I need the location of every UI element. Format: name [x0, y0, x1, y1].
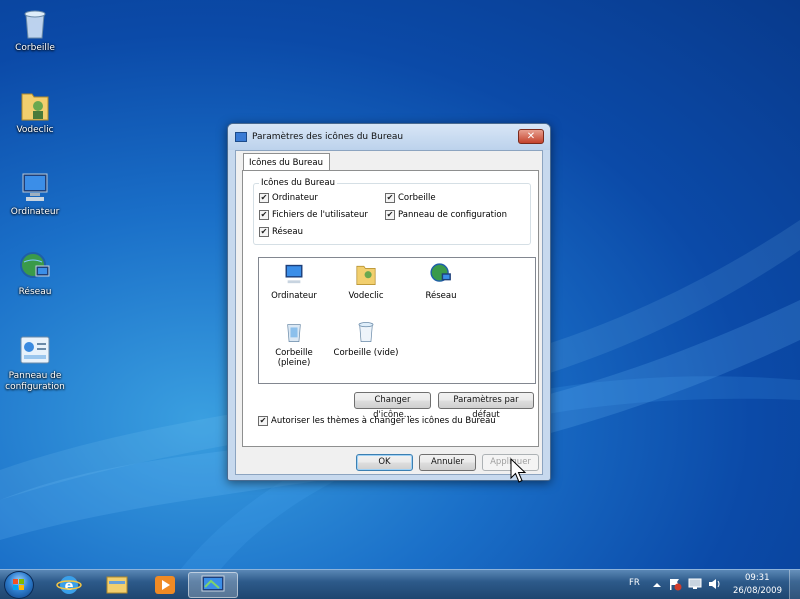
show-desktop-button[interactable] [789, 570, 800, 599]
desktop-icon-control-panel[interactable]: Panneau de configuration [0, 334, 70, 393]
checkbox-label: Corbeille [398, 193, 436, 203]
mouse-cursor-icon [510, 458, 527, 483]
checkbox-box[interactable]: ✔ [385, 193, 395, 203]
show-hidden-icons-icon[interactable] [652, 580, 662, 590]
checkbox-box[interactable]: ✔ [385, 210, 395, 220]
desktop-icon-network[interactable]: Réseau [0, 250, 70, 298]
checkbox-label: Ordinateur [272, 193, 318, 203]
cancel-button[interactable]: Annuler [419, 454, 476, 471]
checkbox-label: Panneau de configuration [398, 210, 507, 220]
list-item-recycle-bin-full[interactable]: Corbeille (pleine) [259, 319, 329, 368]
internet-explorer-icon: e [56, 576, 82, 594]
list-item-vodeclic[interactable]: Vodeclic [331, 262, 401, 301]
network-icon [429, 262, 453, 286]
desktop-icon-vodeclic[interactable]: Vodeclic [0, 88, 70, 136]
checkbox-allow-themes[interactable]: ✔ Autoriser les thèmes à changer les icôn… [258, 416, 496, 426]
list-item-label: Corbeille (vide) [333, 348, 399, 358]
desktop-settings-icon [201, 575, 225, 592]
desktop-icon-label: Ordinateur [10, 207, 60, 217]
recycle-bin-empty-icon [354, 319, 378, 343]
checkbox-computer[interactable]: ✔ Ordinateur [259, 193, 318, 203]
taskbar-desktop-settings[interactable] [188, 572, 238, 598]
checkbox-network[interactable]: ✔ Réseau [259, 227, 303, 237]
taskbar-media-player[interactable] [140, 572, 190, 598]
user-folder-icon [354, 262, 378, 286]
checkbox-label: Autoriser les thèmes à changer les icône… [271, 416, 496, 426]
checkbox-user-files[interactable]: ✔ Fichiers de l'utilisateur [259, 210, 368, 220]
user-folder-icon [18, 88, 52, 122]
media-player-icon [155, 576, 175, 594]
volume-icon[interactable] [707, 577, 721, 591]
desktop-icon-computer[interactable]: Ordinateur [0, 170, 70, 218]
group-title: Icônes du Bureau [259, 178, 337, 188]
tab-desktop-icons[interactable]: Icônes du Bureau [243, 153, 330, 171]
title-bar[interactable]: Paramètres des icônes du Bureau ✕ [228, 124, 550, 150]
action-center-flag-icon[interactable] [668, 577, 682, 591]
icon-list-view[interactable]: Ordinateur Vodeclic Réseau Corbeille (pl… [258, 257, 536, 384]
clock-time[interactable]: 09:31 [745, 573, 770, 583]
explorer-folder-icon [106, 576, 128, 594]
recycle-bin-full-icon [282, 319, 306, 343]
list-item-computer[interactable]: Ordinateur [259, 262, 329, 301]
network-icon [18, 250, 52, 284]
checkbox-box[interactable]: ✔ [259, 193, 269, 203]
list-item-label: Réseau [425, 291, 457, 301]
tab-panel: Icônes du Bureau ✔ Ordinateur ✔ Corbeille … [242, 170, 539, 447]
list-item-network[interactable]: Réseau [406, 262, 476, 301]
control-panel-icon [18, 334, 52, 368]
ok-button[interactable]: OK [356, 454, 413, 471]
list-item-label: Corbeille (pleine) [275, 348, 313, 368]
checkbox-recycle-bin[interactable]: ✔ Corbeille [385, 193, 436, 203]
recycle-bin-icon [18, 6, 52, 40]
computer-icon [18, 170, 52, 204]
checkbox-box[interactable]: ✔ [259, 210, 269, 220]
checkbox-box[interactable]: ✔ [259, 227, 269, 237]
list-item-label: Vodeclic [348, 291, 384, 301]
desktop-icon-settings-dialog: Paramètres des icônes du Bureau ✕ Icônes… [227, 123, 551, 481]
list-item-label: Ordinateur [271, 291, 317, 301]
taskbar: e FR 09:31 26/08/2009 [0, 569, 800, 599]
close-button[interactable]: ✕ [518, 129, 544, 144]
list-item-recycle-bin-empty[interactable]: Corbeille (vide) [331, 319, 401, 358]
change-icon-button[interactable]: Changer d'icône... [354, 392, 431, 420]
dialog-title: Paramètres des icônes du Bureau [252, 132, 404, 142]
windows-logo-icon [13, 579, 24, 590]
network-tray-icon[interactable] [688, 577, 702, 591]
checkbox-box[interactable]: ✔ [258, 416, 268, 426]
desktop-icon-label: Panneau de configuration [5, 371, 65, 392]
desktop-icon-label: Corbeille [15, 43, 55, 53]
restore-default-button[interactable]: Paramètres par défaut [438, 392, 534, 420]
dialog-app-icon [235, 132, 247, 142]
language-indicator[interactable]: FR [629, 578, 640, 588]
taskbar-internet-explorer[interactable]: e [44, 572, 94, 598]
desktop-icon-label: Réseau [18, 287, 52, 297]
checkbox-control-panel[interactable]: ✔ Panneau de configuration [385, 210, 507, 220]
taskbar-explorer[interactable] [92, 572, 142, 598]
desktop-icon-recycle-bin[interactable]: Corbeille [0, 6, 70, 54]
start-button[interactable] [4, 571, 34, 599]
checkbox-label: Réseau [272, 227, 304, 237]
dialog-client: Icônes du Bureau Icônes du Bureau ✔ Ordin… [235, 150, 543, 475]
desktop-icons-group: Icônes du Bureau ✔ Ordinateur ✔ Corbeille … [253, 178, 531, 245]
checkbox-label: Fichiers de l'utilisateur [272, 210, 368, 220]
desktop-icon-label: Vodeclic [16, 125, 54, 135]
computer-icon [282, 262, 306, 286]
clock-date[interactable]: 26/08/2009 [733, 586, 782, 596]
